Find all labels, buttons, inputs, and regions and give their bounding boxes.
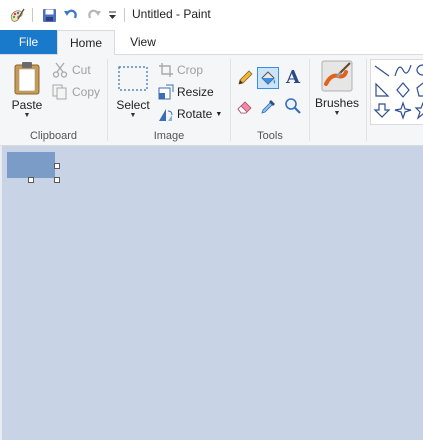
crop-button[interactable]: Crop xyxy=(158,62,203,78)
resize-icon xyxy=(158,84,174,100)
star-shape-icon[interactable] xyxy=(414,101,423,120)
select-button[interactable]: Select ▼ xyxy=(113,59,153,125)
customize-quick-access-icon[interactable] xyxy=(106,5,118,25)
eraser-icon[interactable] xyxy=(236,97,254,115)
cut-label: Cut xyxy=(72,63,91,77)
group-label-image: Image xyxy=(153,130,185,142)
star-shape-icon[interactable] xyxy=(394,101,412,120)
pencil-icon[interactable] xyxy=(236,69,254,87)
copy-icon xyxy=(52,84,67,100)
ribbon: Paste ▼ Cut Copy Clipboard Select ▼ Crop xyxy=(0,54,423,146)
group-label-tools: Tools xyxy=(257,130,283,142)
resize-button[interactable]: Resize xyxy=(158,84,214,100)
save-icon[interactable] xyxy=(40,5,58,25)
paste-button[interactable]: Paste ▼ xyxy=(6,59,48,125)
group-label-clipboard: Clipboard xyxy=(29,130,78,142)
redo-icon[interactable] xyxy=(85,5,103,25)
resize-handle-bottom[interactable] xyxy=(28,177,34,183)
tab-home[interactable]: Home xyxy=(57,30,115,55)
chevron-down-icon: ▼ xyxy=(215,110,223,118)
tab-file[interactable]: File xyxy=(0,30,57,54)
right-triangle-shape-icon[interactable] xyxy=(375,82,390,97)
separator xyxy=(124,8,125,22)
scissors-icon xyxy=(52,62,68,78)
clipboard-icon xyxy=(14,62,40,95)
text-tool-icon[interactable]: A xyxy=(284,67,302,89)
group-separator xyxy=(309,59,310,141)
title-bar: Untitled - Paint xyxy=(0,0,423,30)
undo-icon[interactable] xyxy=(62,5,80,25)
fill-bucket-icon[interactable] xyxy=(257,67,279,89)
copy-label: Copy xyxy=(72,85,101,99)
copy-button[interactable]: Copy xyxy=(52,84,100,100)
diamond-shape-icon[interactable] xyxy=(396,82,410,98)
down-arrow-shape-icon[interactable] xyxy=(373,103,391,118)
cut-button[interactable]: Cut xyxy=(52,62,91,78)
brushes-button[interactable]: Brushes ▼ xyxy=(313,59,361,125)
rotate-label: Rotate xyxy=(177,107,213,121)
group-separator xyxy=(107,59,108,141)
ribbon-tabs: File Home View xyxy=(0,30,423,55)
oval-shape-icon[interactable] xyxy=(416,64,423,76)
resize-handle-corner[interactable] xyxy=(54,177,60,183)
group-separator xyxy=(366,59,367,141)
resize-label: Resize xyxy=(177,85,214,99)
rotate-button[interactable]: Rotate ▼ xyxy=(158,106,222,122)
color-picker-icon[interactable] xyxy=(260,97,278,115)
paint-app-icon[interactable] xyxy=(8,5,26,25)
canvas-selection[interactable] xyxy=(7,152,55,178)
canvas-area[interactable] xyxy=(0,146,423,440)
chevron-down-icon: ▼ xyxy=(333,110,341,117)
select-icon xyxy=(118,66,148,91)
pentagon-shape-icon[interactable] xyxy=(416,82,423,97)
brushes-label: Brushes xyxy=(314,96,360,110)
magnifier-icon[interactable] xyxy=(284,97,302,115)
separator xyxy=(32,8,33,22)
paste-label: Paste xyxy=(11,98,43,112)
canvas-edge xyxy=(0,146,2,440)
resize-handle-right[interactable] xyxy=(54,163,60,169)
chevron-down-icon: ▼ xyxy=(23,112,31,119)
tab-view[interactable]: View xyxy=(115,30,171,54)
crop-icon xyxy=(159,63,173,77)
select-label: Select xyxy=(116,98,150,112)
crop-label: Crop xyxy=(177,63,204,77)
curve-shape-icon[interactable] xyxy=(394,64,412,77)
group-separator xyxy=(230,59,231,141)
line-shape-icon[interactable] xyxy=(374,65,390,77)
shapes-gallery[interactable] xyxy=(370,59,423,125)
brushes-icon xyxy=(321,60,353,92)
chevron-down-icon: ▼ xyxy=(129,112,137,119)
rotate-icon xyxy=(159,109,173,121)
window-title: Untitled - Paint xyxy=(132,7,211,21)
